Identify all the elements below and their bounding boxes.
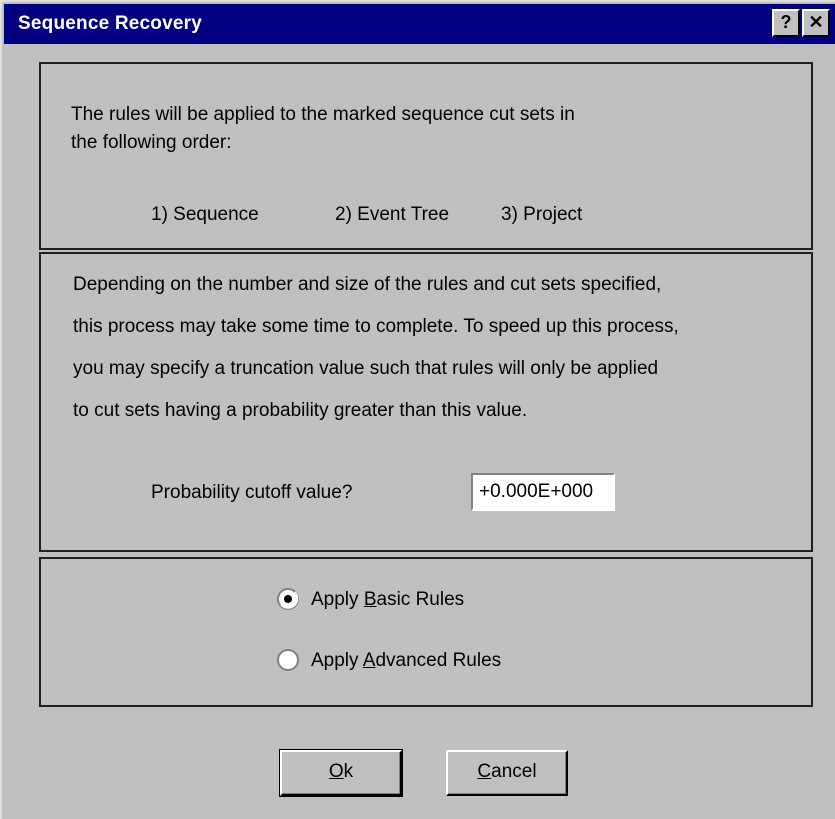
cutoff-info-line-1: Depending on the number and size of the … <box>73 274 662 295</box>
cutoff-value-input[interactable]: +0.000E+000 <box>471 473 615 511</box>
sequence-recovery-dialog: Sequence Recovery ? ✕ The rules will be … <box>0 0 835 819</box>
cutoff-panel: Depending on the number and size of the … <box>39 252 813 552</box>
radio-dot-icon <box>284 595 292 603</box>
window-title: Sequence Recovery <box>18 13 202 34</box>
title-bar[interactable]: Sequence Recovery ? ✕ <box>4 4 835 44</box>
cutoff-info-line-3: you may specify a truncation value such … <box>73 358 659 379</box>
close-button[interactable]: ✕ <box>802 9 830 37</box>
basic-rules-radio[interactable] <box>277 588 299 610</box>
cutoff-info-line-2: this process may take some time to compl… <box>73 316 679 337</box>
rules-option-panel: Apply Basic Rules Apply Advanced Rules <box>39 557 813 707</box>
order-step-sequence: 1) Sequence <box>151 204 259 225</box>
cutoff-info-line-4: to cut sets having a probability greater… <box>73 400 528 421</box>
rule-order-panel: The rules will be applied to the marked … <box>39 62 813 250</box>
basic-rules-label: Apply Basic Rules <box>311 589 465 610</box>
ok-button[interactable]: Ok <box>279 749 403 797</box>
cancel-button[interactable]: Cancel <box>446 750 568 796</box>
order-line-2: the following order: <box>71 132 232 153</box>
cutoff-label: Probability cutoff value? <box>151 482 353 503</box>
help-button[interactable]: ? <box>772 9 800 37</box>
order-step-project: 3) Project <box>501 204 583 225</box>
advanced-rules-radio[interactable] <box>277 649 299 671</box>
order-step-event-tree: 2) Event Tree <box>335 204 450 225</box>
advanced-rules-label: Apply Advanced Rules <box>311 650 502 671</box>
order-line-1: The rules will be applied to the marked … <box>71 104 575 125</box>
